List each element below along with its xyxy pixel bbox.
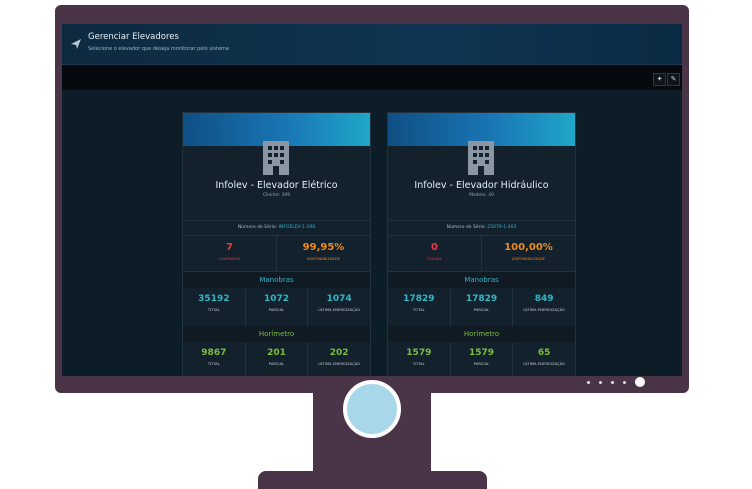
navigation-arrow-icon	[71, 39, 81, 49]
stat-value: 17829	[465, 294, 498, 304]
manobras-row: 17829 TOTAL 17829 PARCIAL 849 ÚLTIMA ENE…	[388, 289, 575, 327]
toolbar: ✦ ✎	[62, 65, 682, 90]
horimetro-last-energization: 65 ÚLTIMA ENERGIZAÇÃO	[513, 343, 575, 376]
availability-label: DISPONIBILIDADE	[306, 257, 341, 261]
stat-value: 1072	[263, 294, 290, 304]
manobras-partial: 17829 PARCIAL	[451, 289, 514, 326]
stat-value: 201	[267, 348, 286, 358]
stat-value: 1074	[326, 294, 352, 304]
stat-label: ÚLTIMA ENERGIZAÇÃO	[318, 362, 361, 366]
stat-label: TOTAL	[412, 362, 425, 366]
stat-value: 1579	[468, 348, 495, 358]
horimetro-header: Horímetro	[388, 326, 575, 342]
stat-label: ÚLTIMA ENERGIZAÇÃO	[318, 308, 361, 312]
horimetro-row: 1579 TOTAL 1579 PARCIAL 65 ÚLTIMA ENERGI…	[388, 343, 575, 376]
stat-value: 202	[329, 348, 349, 358]
failures-label: FALHAS	[427, 257, 442, 261]
building-icon	[468, 141, 494, 175]
availability-stat: 99,95% DISPONIBILIDADE	[277, 234, 370, 271]
stat-value: 9867	[201, 348, 227, 358]
manobras-last-energization: 1074 ÚLTIMA ENERGIZAÇÃO	[308, 289, 370, 326]
status-row: 7 CHAMADOS 99,95% DISPONIBILIDADE	[183, 234, 370, 272]
manobras-partial: 1072 PARCIAL	[246, 289, 309, 326]
manobras-header: Manobras	[183, 272, 370, 288]
stat-label: ÚLTIMA ENERGIZAÇÃO	[523, 308, 566, 312]
carousel-pager	[587, 377, 645, 387]
calls-label: CHAMADOS	[218, 257, 241, 261]
card-title: Infolev - Elevador Hidráulico	[414, 180, 549, 191]
pager-dot[interactable]	[623, 380, 626, 384]
manobras-last-energization: 849 ÚLTIMA ENERGIZAÇÃO	[513, 289, 575, 326]
failures-value: 0	[431, 242, 438, 253]
edit-icon[interactable]: ✎	[667, 73, 680, 86]
failures-stat: 0 FALHAS	[388, 234, 482, 271]
pager-dot[interactable]	[599, 380, 602, 384]
horimetro-row: 9867 TOTAL 201 PARCIAL 202 ÚLTIMA ENERGI…	[183, 343, 370, 376]
page-subtitle: Selecione o elevador que deseja monitora…	[88, 46, 229, 52]
calls-stat: 7 CHAMADOS	[183, 234, 277, 271]
app-screen: Gerenciar Elevadores Selecione o elevado…	[62, 24, 682, 376]
horimetro-partial: 201 PARCIAL	[246, 343, 309, 376]
card-subtitle: Cliente: 399	[262, 193, 291, 198]
serial-label: Número de Série:	[237, 225, 278, 230]
stat-value: 1579	[406, 348, 432, 358]
manobras-row: 35192 TOTAL 1072 PARCIAL 1074 ÚLTIMA ENE…	[183, 289, 370, 327]
elevator-card[interactable]: Infolev - Elevador Elétrico Cliente: 399…	[182, 112, 371, 376]
monitor-stand-cutout	[343, 380, 401, 438]
stat-label: ÚLTIMA ENERGIZAÇÃO	[523, 362, 566, 366]
horimetro-total: 1579 TOTAL	[388, 343, 451, 376]
stat-label: TOTAL	[412, 308, 425, 312]
manobras-total: 17829 TOTAL	[388, 289, 451, 326]
availability-stat: 100,00% DISPONIBILIDADE	[482, 234, 575, 271]
stat-label: PARCIAL	[473, 308, 490, 312]
gear-icon[interactable]: ✦	[653, 73, 666, 86]
pager-dot-active[interactable]	[635, 377, 645, 387]
stat-label: PARCIAL	[268, 362, 285, 366]
horimetro-last-energization: 202 ÚLTIMA ENERGIZAÇÃO	[308, 343, 370, 376]
horimetro-total: 9867 TOTAL	[183, 343, 246, 376]
card-title: Infolev - Elevador Elétrico	[215, 180, 338, 191]
elevator-card[interactable]: Infolev - Elevador Hidráulico Modelo: 40…	[387, 112, 576, 376]
stat-value: 849	[534, 294, 554, 304]
monitor-stand-base	[258, 471, 487, 489]
building-icon	[263, 141, 289, 175]
manobras-header: Manobras	[388, 272, 575, 288]
app-header: Gerenciar Elevadores Selecione o elevado…	[62, 24, 682, 65]
pager-dot[interactable]	[611, 380, 614, 384]
stat-value: 17829	[403, 294, 435, 304]
availability-value: 100,00%	[504, 242, 553, 253]
serial-value: 25079-1-403	[487, 225, 517, 230]
stat-label: PARCIAL	[268, 308, 285, 312]
page-title: Gerenciar Elevadores	[88, 32, 179, 42]
availability-value: 99,95%	[302, 242, 345, 253]
stat-value: 35192	[198, 294, 230, 304]
calls-value: 7	[226, 242, 233, 253]
pager-dot[interactable]	[587, 380, 590, 384]
manobras-total: 35192 TOTAL	[183, 289, 246, 326]
serial-value: INFOELEV-1-198	[278, 225, 316, 230]
horimetro-header: Horímetro	[183, 326, 370, 342]
stat-label: TOTAL	[207, 308, 220, 312]
status-row: 0 FALHAS 100,00% DISPONIBILIDADE	[388, 234, 575, 272]
stat-label: PARCIAL	[473, 362, 490, 366]
serial-label: Número de Série:	[446, 225, 486, 230]
stat-value: 65	[537, 348, 551, 358]
horimetro-partial: 1579 PARCIAL	[451, 343, 514, 376]
availability-label: DISPONIBILIDADE	[511, 257, 546, 261]
card-subtitle: Modelo: 40	[469, 193, 494, 198]
stat-label: TOTAL	[207, 362, 220, 366]
